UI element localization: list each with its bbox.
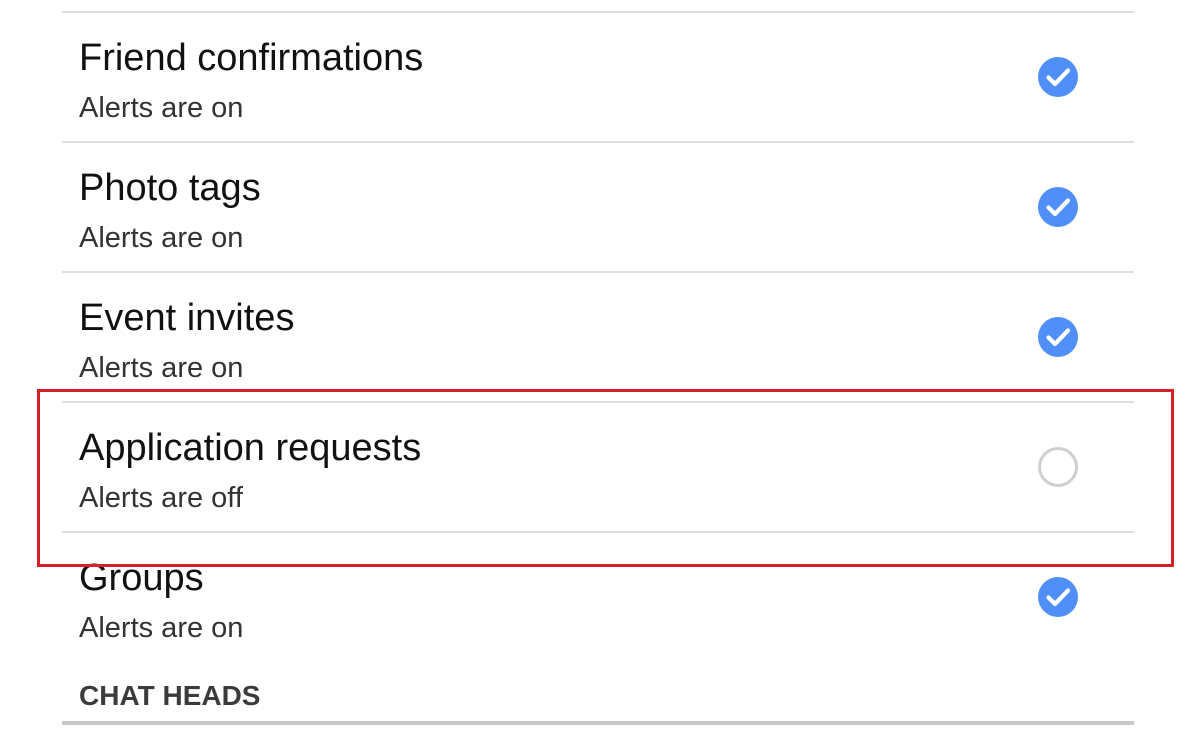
setting-status: Alerts are on: [79, 352, 244, 384]
setting-row-event-invites[interactable]: Event invites Alerts are on: [62, 273, 1134, 401]
checked-circle-icon[interactable]: [1037, 186, 1079, 228]
setting-row-friend-confirmations[interactable]: Friend confirmations Alerts are on: [62, 13, 1134, 141]
setting-row-groups[interactable]: Groups Alerts are on: [62, 533, 1134, 661]
checked-circle-icon[interactable]: [1037, 576, 1079, 618]
setting-title: Application requests: [79, 427, 422, 469]
setting-title: Photo tags: [79, 167, 261, 209]
unchecked-circle-icon[interactable]: [1037, 446, 1079, 488]
setting-status: Alerts are on: [79, 612, 244, 644]
setting-status: Alerts are on: [79, 92, 244, 124]
setting-row-photo-tags[interactable]: Photo tags Alerts are on: [62, 143, 1134, 271]
setting-row-application-requests[interactable]: Application requests Alerts are off: [62, 403, 1134, 531]
setting-title: Friend confirmations: [79, 37, 424, 79]
setting-status: Alerts are off: [79, 482, 243, 514]
checked-circle-icon[interactable]: [1037, 316, 1079, 358]
section-divider: [62, 721, 1134, 725]
setting-title: Groups: [79, 557, 204, 599]
checked-circle-icon[interactable]: [1037, 56, 1079, 98]
setting-title: Event invites: [79, 297, 295, 339]
section-header-chat-heads: CHAT HEADS: [79, 680, 261, 711]
setting-status: Alerts are on: [79, 222, 244, 254]
